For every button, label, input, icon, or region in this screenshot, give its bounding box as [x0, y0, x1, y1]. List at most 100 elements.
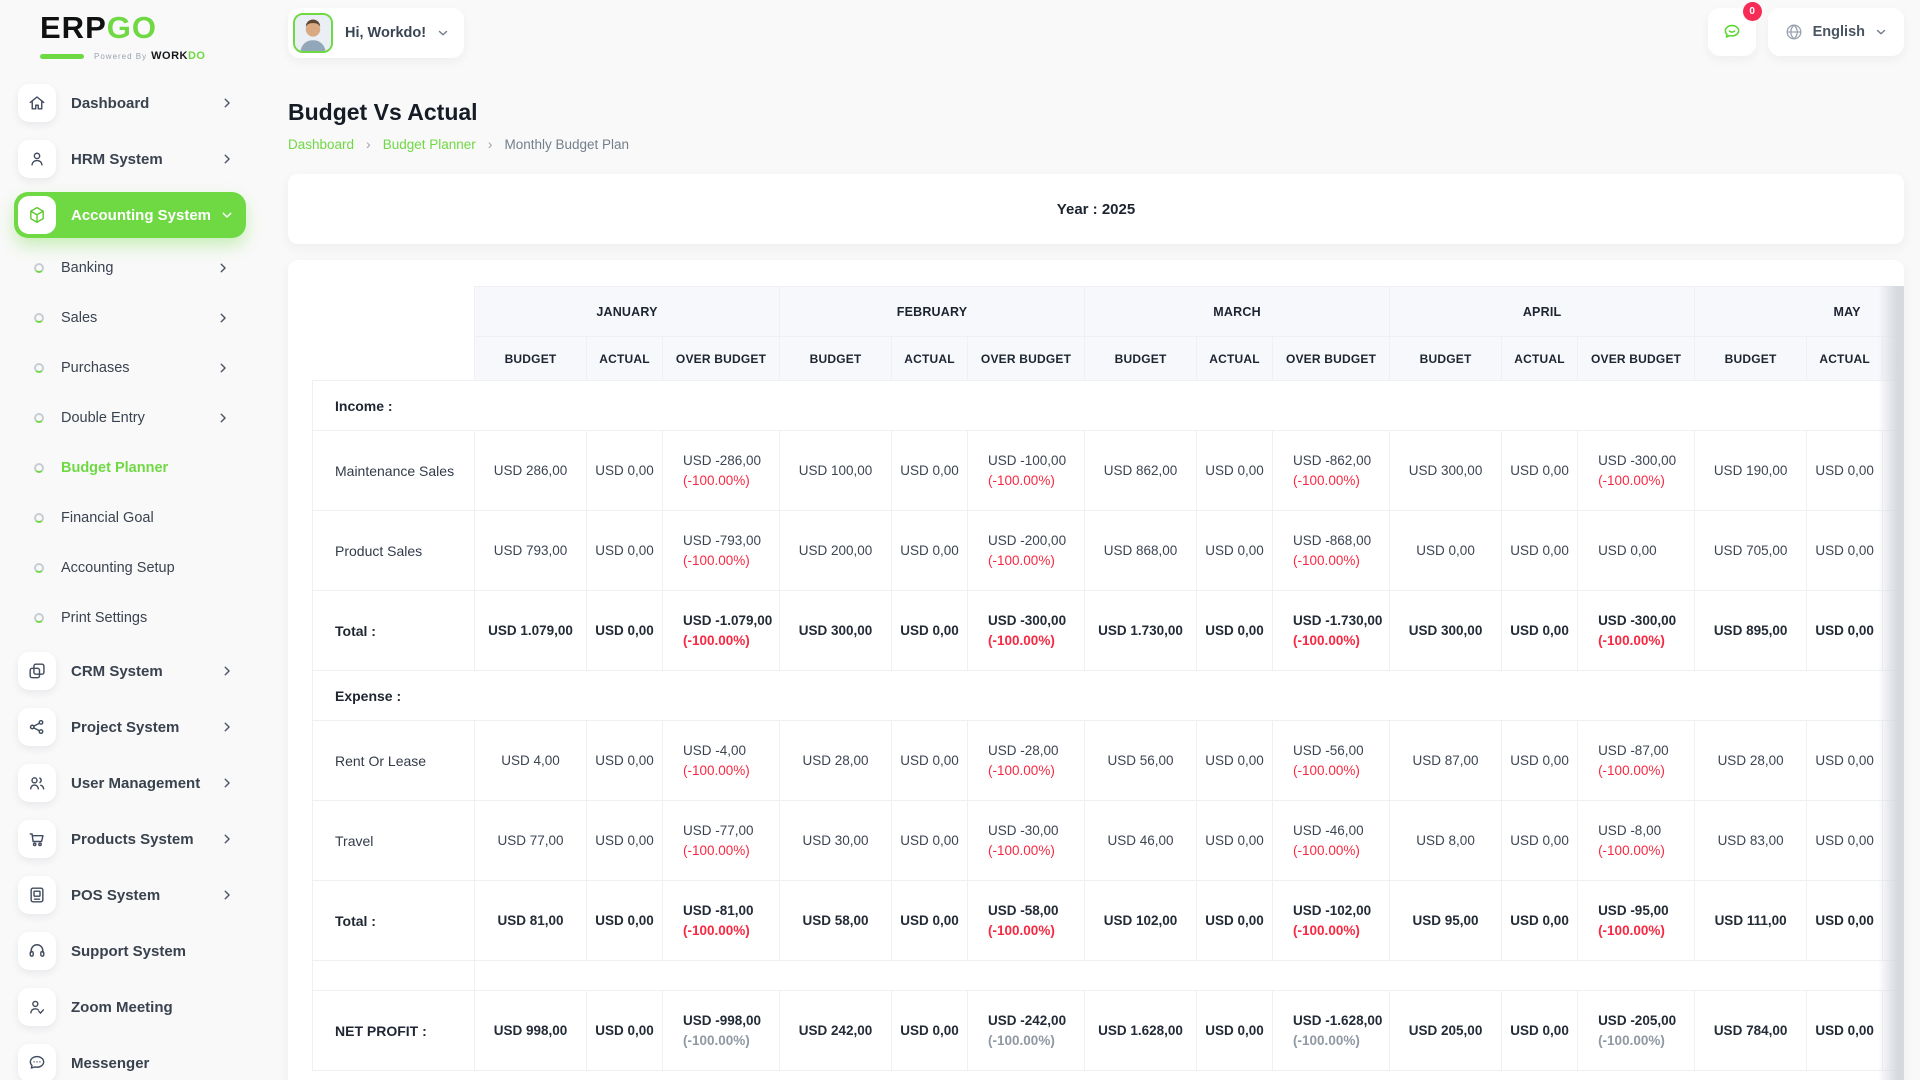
chevron-right-icon: [220, 719, 236, 735]
topbar-right: 0 English: [1707, 2, 1904, 56]
actual-cell: USD 0,00: [586, 990, 663, 1071]
sidebar-item-label: CRM System: [71, 662, 163, 680]
actual-cell: USD 0,00: [1501, 800, 1579, 881]
breadcrumb-dashboard[interactable]: Dashboard: [288, 137, 354, 152]
chevron-right-icon: [216, 310, 232, 326]
budget-cell: USD 28,00: [779, 720, 893, 801]
month-header-march: MARCH: [1084, 286, 1391, 337]
logo-underline-bar: [40, 53, 84, 59]
sidebar-item-label: Financial Goal: [61, 510, 154, 526]
bullet-icon: [34, 463, 44, 473]
sidebar-item-user-management[interactable]: User Management: [14, 760, 246, 806]
actual-cell: USD 0,00: [1501, 430, 1579, 511]
over-budget-cell: USD -28,00(-100.00%): [967, 720, 1086, 801]
sidebar-item-pos-system[interactable]: POS System: [14, 872, 246, 918]
sidebar-item-messenger[interactable]: Messenger: [14, 1040, 246, 1080]
over-budget-percent: (-100.00%): [1293, 763, 1360, 778]
actual-cell: USD 0,00: [1196, 430, 1274, 511]
sidebar-item-label: Sales: [61, 310, 98, 326]
budget-cell: USD 28,00: [1694, 720, 1808, 801]
budget-cell: USD 0,00: [1389, 510, 1503, 591]
over-budget-percent: (-100.00%): [988, 633, 1055, 648]
sidebar-item-financial-goal[interactable]: Financial Goal: [14, 498, 246, 538]
over-budget-cell: USD -200,00 (-100.00%): [967, 510, 1086, 591]
app-root: ERPGO Powered By WORK DO Dashboard HRM Sy…: [0, 0, 1920, 1080]
subheader-actual-april: ACTUAL: [1501, 336, 1579, 381]
language-selector[interactable]: English: [1767, 8, 1904, 56]
subheader-over-budget-february: OVER BUDGET: [967, 336, 1086, 381]
crm-icon: [18, 652, 56, 690]
globe-icon: [1784, 22, 1804, 42]
sidebar-item-accounting-setup[interactable]: Accounting Setup: [14, 548, 246, 588]
budget-table-scroll-area[interactable]: JANUARY FEBRUARY MARCH APRIL MAY BUDGET ACTUAL…: [312, 286, 1904, 1071]
erpgo-logo[interactable]: ERPGO Powered By WORK DO: [40, 12, 246, 62]
actual-cell: USD 0,00: [1806, 880, 1884, 961]
sidebar-item-double-entry[interactable]: Double Entry: [14, 398, 246, 438]
budget-vs-actual-table: JANUARY FEBRUARY MARCH APRIL MAY BUDGET ACTUAL…: [312, 286, 1904, 1071]
sidebar-item-products-system[interactable]: Products System: [14, 816, 246, 862]
budget-cell: USD 83,00: [1694, 800, 1808, 881]
breadcrumb: Dashboard › Budget Planner › Monthly Bud…: [288, 136, 1904, 152]
budget-cell: USD 300,00: [1389, 590, 1503, 671]
sidebar-item-sales[interactable]: Sales: [14, 298, 246, 338]
user-menu-button[interactable]: Hi, Workdo!: [288, 8, 465, 58]
row-label: Rent Or Lease: [312, 720, 475, 801]
over-budget-percent: (-100.00%): [988, 763, 1055, 778]
actual-cell: USD 0,00: [1806, 800, 1884, 881]
row-label: Total :: [312, 590, 475, 671]
workdo-brand-accent: DO: [187, 50, 206, 62]
over-budget-cell: USD -95,00 (-100.00%): [1577, 880, 1696, 961]
chevron-right-icon: [220, 775, 236, 791]
chevron-right-icon: [220, 151, 236, 167]
table-row-rent-or-lease: Rent Or Lease USD 4,00 USD 0,00 USD -4,00 (-…: [312, 720, 1904, 801]
over-budget-percent: (-100.00%): [683, 473, 750, 488]
chevron-down-icon: [1874, 25, 1888, 39]
over-budget-cell: USD -793,00 (-100.00%): [661, 510, 781, 591]
over-budget-percent: (-100.00%): [1293, 633, 1360, 648]
sidebar-item-purchases[interactable]: Purchases: [14, 348, 246, 388]
subheader-over-budget-april: OVER BUDGET: [1577, 336, 1696, 381]
over-budget-percent: (-100.00%): [683, 633, 750, 648]
budget-cell: USD 8,00: [1389, 800, 1503, 881]
actual-cell: USD 0,00: [1806, 590, 1884, 671]
actual-cell: USD 0,00: [1196, 990, 1274, 1071]
sidebar-item-crm-system[interactable]: CRM System: [14, 648, 246, 694]
over-budget-percent: (-100.00%): [1293, 1033, 1360, 1048]
sidebar-item-budget-planner[interactable]: Budget Planner: [14, 448, 246, 488]
over-budget-percent: (-100.00%): [683, 843, 750, 858]
sidebar-item-support-system[interactable]: Support System: [14, 928, 246, 974]
greeting-text: Hi, Workdo!: [345, 25, 427, 41]
subheader-over-budget-january: OVER BUDGET: [661, 336, 781, 381]
breadcrumb-budget-planner[interactable]: Budget Planner: [383, 137, 476, 152]
sidebar-item-label: Accounting System: [71, 206, 212, 224]
chevron-right-icon: [216, 360, 232, 376]
bullet-icon: [34, 413, 44, 423]
sidebar-item-label: Messenger: [71, 1054, 150, 1072]
over-budget-cell: USD -46,00 (-100.00%): [1272, 800, 1391, 881]
budget-cell: USD 102,00: [1084, 880, 1198, 961]
table-row-product-sales: Product Sales USD 793,00 USD 0,00 USD -793,…: [312, 510, 1904, 591]
subheader-actual-january: ACTUAL: [586, 336, 663, 381]
budget-cell: USD 868,00: [1084, 510, 1198, 591]
sidebar-item-accounting-system[interactable]: Accounting System: [14, 192, 246, 238]
sidebar-item-zoom-meeting[interactable]: Zoom Meeting: [14, 984, 246, 1030]
chevron-right-icon: [220, 887, 236, 903]
users-icon: [18, 764, 56, 802]
year-label: Year : 2025: [1056, 200, 1136, 218]
sidebar-item-label: POS System: [71, 886, 161, 904]
sidebar-item-project-system[interactable]: Project System: [14, 704, 246, 750]
subheader-over-budget-march: OVER BUDGET: [1272, 336, 1391, 381]
row-label: Total :: [312, 880, 475, 961]
scroll-shade: [1878, 286, 1904, 1080]
actual-cell: USD 0,00: [1806, 510, 1884, 591]
sidebar-item-banking[interactable]: Banking: [14, 248, 246, 288]
over-budget-percent: (-100.00%): [988, 553, 1055, 568]
notifications-button[interactable]: 0: [1707, 2, 1762, 56]
over-budget-percent: (-100.00%): [988, 843, 1055, 858]
chevron-right-icon: [216, 260, 232, 276]
sidebar-item-dashboard[interactable]: Dashboard: [14, 80, 246, 126]
sidebar-item-hrm-system[interactable]: HRM System: [14, 136, 246, 182]
sidebar-item-print-settings[interactable]: Print Settings: [14, 598, 246, 638]
subheader-budget-march: BUDGET: [1084, 336, 1198, 381]
sidebar-item-label: Products System: [71, 830, 194, 848]
